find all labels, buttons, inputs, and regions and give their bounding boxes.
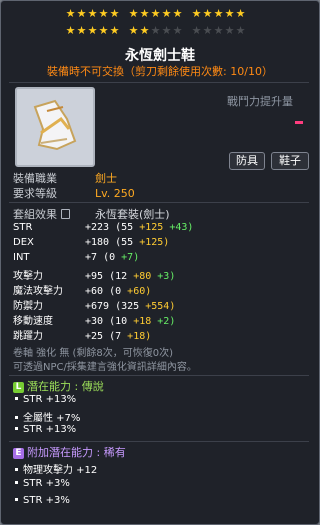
star-icon: ★ bbox=[109, 24, 120, 37]
star-empty-icon: ★ bbox=[172, 24, 183, 37]
power-indicator bbox=[295, 121, 303, 124]
add-potential-grade: 稀有 bbox=[103, 446, 126, 459]
star-icon: ★ bbox=[76, 24, 87, 37]
star-icon: ★ bbox=[76, 7, 87, 20]
star-icon: ★ bbox=[150, 7, 161, 20]
stat-row: 跳躍力 +25 (7 +18) bbox=[13, 331, 152, 342]
star-row-2: ★ ★ ★ ★ ★ ★ ★ ★ ★ ★ ★ ★ ★ ★ ★ bbox=[65, 25, 265, 37]
job-value: 劍士 bbox=[95, 172, 117, 185]
job-row: 裝備職業 劍士 bbox=[13, 170, 117, 186]
stat-row: 移動速度 +30 (10 +18 +2) bbox=[13, 316, 176, 327]
job-label: 裝備職業 bbox=[13, 172, 57, 185]
divider bbox=[9, 82, 309, 83]
potential-grade: 傳說 bbox=[81, 380, 104, 393]
star-icon: ★ bbox=[98, 24, 109, 37]
lock-icon bbox=[60, 209, 70, 219]
potential-line: 全屬性 +7% bbox=[15, 409, 80, 424]
add-potential-line: STR +3% bbox=[15, 478, 70, 489]
star-row-1: ★ ★ ★ ★ ★ ★ ★ ★ ★ ★ ★ ★ ★ ★ ★ bbox=[65, 8, 265, 20]
star-icon: ★ bbox=[191, 7, 202, 20]
divider bbox=[9, 441, 309, 442]
tag-armor: 防具 bbox=[229, 152, 265, 170]
level-label: 要求等級 bbox=[13, 187, 57, 200]
add-potential-header: E 附加潛在能力 : 稀有 bbox=[13, 444, 126, 460]
boots-icon bbox=[33, 99, 77, 151]
star-empty-icon: ★ bbox=[150, 24, 161, 37]
scroll-note: 卷軸 強化 無 (剩餘8次，可恢復0次) bbox=[13, 348, 174, 359]
level-row: 要求等級 Lv. 250 bbox=[13, 185, 135, 201]
potential-title: 潛在能力 bbox=[27, 380, 71, 393]
star-empty-icon: ★ bbox=[191, 24, 202, 37]
stat-row: STR +223 (55 +125 +43) bbox=[13, 222, 194, 233]
star-icon: ★ bbox=[161, 7, 172, 20]
star-icon: ★ bbox=[128, 7, 139, 20]
npc-note: 可透過NPC/採集建言強化資訊詳細內容。 bbox=[13, 362, 197, 373]
level-value: Lv. 250 bbox=[95, 187, 135, 200]
stat-row: INT +7 (0 +7) bbox=[13, 252, 140, 263]
legendary-badge-icon: L bbox=[13, 382, 24, 393]
set-value: 永恆套裝(劍士) bbox=[95, 208, 170, 221]
item-icon-frame bbox=[15, 87, 95, 167]
star-empty-icon: ★ bbox=[202, 24, 213, 37]
star-icon: ★ bbox=[202, 7, 213, 20]
star-empty-icon: ★ bbox=[235, 24, 246, 37]
star-icon: ★ bbox=[128, 24, 139, 37]
star-icon: ★ bbox=[109, 7, 120, 20]
add-potential-title: 附加潛在能力 bbox=[27, 446, 93, 459]
star-empty-icon: ★ bbox=[213, 24, 224, 37]
star-icon: ★ bbox=[235, 7, 246, 20]
divider bbox=[9, 375, 309, 376]
star-empty-icon: ★ bbox=[161, 24, 172, 37]
star-icon: ★ bbox=[87, 24, 98, 37]
star-icon: ★ bbox=[213, 7, 224, 20]
star-empty-icon: ★ bbox=[224, 24, 235, 37]
set-row: 套組效果 永恆套裝(劍士) bbox=[13, 206, 170, 222]
item-tooltip: ★ ★ ★ ★ ★ ★ ★ ★ ★ ★ ★ ★ ★ ★ ★ ★ ★ ★ ★ ★ ★ ★ ★ ★ ★ ★ ★ ★ ★ ★ 永恆劍士… bbox=[0, 0, 320, 525]
add-potential-line: 物理攻擊力 +12 bbox=[15, 461, 97, 476]
stat-row: 攻擊力 +95 (12 +80 +3) bbox=[13, 271, 176, 282]
star-icon: ★ bbox=[87, 7, 98, 20]
stat-row: 防禦力 +679 (325 +554) bbox=[13, 301, 176, 312]
star-icon: ★ bbox=[65, 24, 76, 37]
star-icon: ★ bbox=[139, 24, 150, 37]
power-increase-label: 戰鬥力提升量 bbox=[227, 95, 293, 108]
star-icon: ★ bbox=[139, 7, 150, 20]
star-icon: ★ bbox=[224, 7, 235, 20]
tag-shoes: 鞋子 bbox=[271, 152, 309, 170]
add-potential-line: STR +3% bbox=[15, 495, 70, 506]
star-icon: ★ bbox=[98, 7, 109, 20]
divider bbox=[9, 202, 309, 203]
star-icon: ★ bbox=[172, 7, 183, 20]
stat-row: 魔法攻擊力 +60 (0 +60) bbox=[13, 286, 152, 297]
potential-line: STR +13% bbox=[15, 394, 76, 405]
star-icon: ★ bbox=[65, 7, 76, 20]
item-name: 永恆劍士鞋 bbox=[125, 48, 195, 64]
potential-line: STR +13% bbox=[15, 424, 76, 435]
rare-badge-icon: E bbox=[13, 448, 24, 459]
trade-warning: 裝備時不可交換（剪刀剩餘使用次數: 10/10） bbox=[47, 65, 273, 78]
potential-header: L 潛在能力 : 傳說 bbox=[13, 378, 104, 394]
set-label: 套組效果 bbox=[13, 206, 95, 222]
stat-row: DEX +180 (55 +125) bbox=[13, 237, 170, 248]
